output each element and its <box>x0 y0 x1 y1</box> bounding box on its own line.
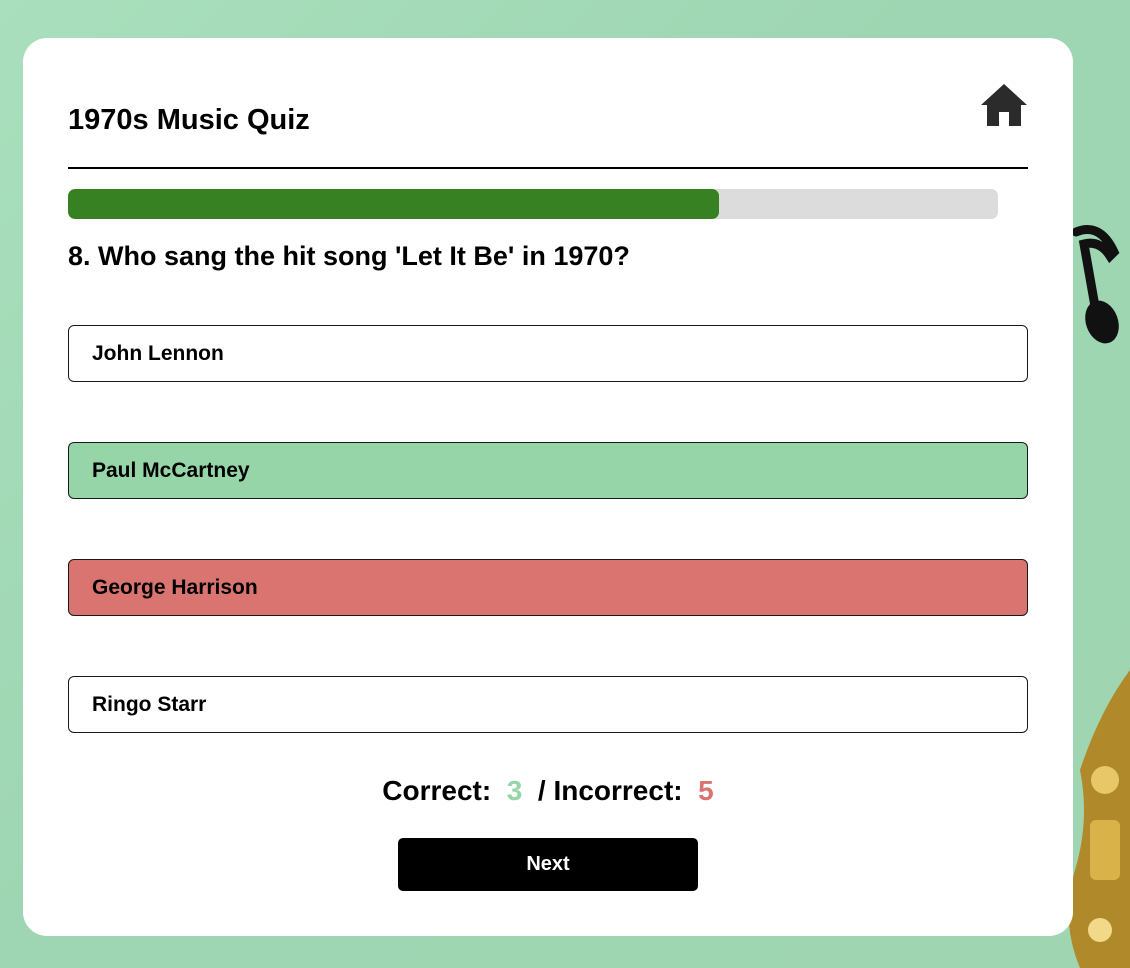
answer-option-1[interactable]: John Lennon <box>68 325 1028 382</box>
correct-count: 3 <box>506 775 523 806</box>
answer-option-2[interactable]: Paul McCartney <box>68 442 1028 499</box>
answer-option-4[interactable]: Ringo Starr <box>68 676 1028 733</box>
incorrect-label: / Incorrect: <box>537 775 683 806</box>
quiz-title: 1970s Music Quiz <box>68 104 310 136</box>
correct-label: Correct: <box>382 775 492 806</box>
question-text: 8. Who sang the hit song 'Let It Be' in … <box>68 241 630 271</box>
progress-bar <box>68 189 998 219</box>
answer-option-3[interactable]: George Harrison <box>68 559 1028 616</box>
incorrect-count: 5 <box>698 775 714 806</box>
score-summary: Correct: 3 / Incorrect: 5 <box>23 775 1073 807</box>
progress-fill <box>68 189 719 219</box>
home-button[interactable] <box>979 82 1029 128</box>
home-icon <box>981 84 1027 126</box>
music-note-decoration <box>1071 225 1120 344</box>
header-divider <box>68 167 1028 169</box>
quiz-card: 1970s Music Quiz 8. Who sang the hit son… <box>23 38 1073 936</box>
next-button[interactable]: Next <box>398 838 698 891</box>
